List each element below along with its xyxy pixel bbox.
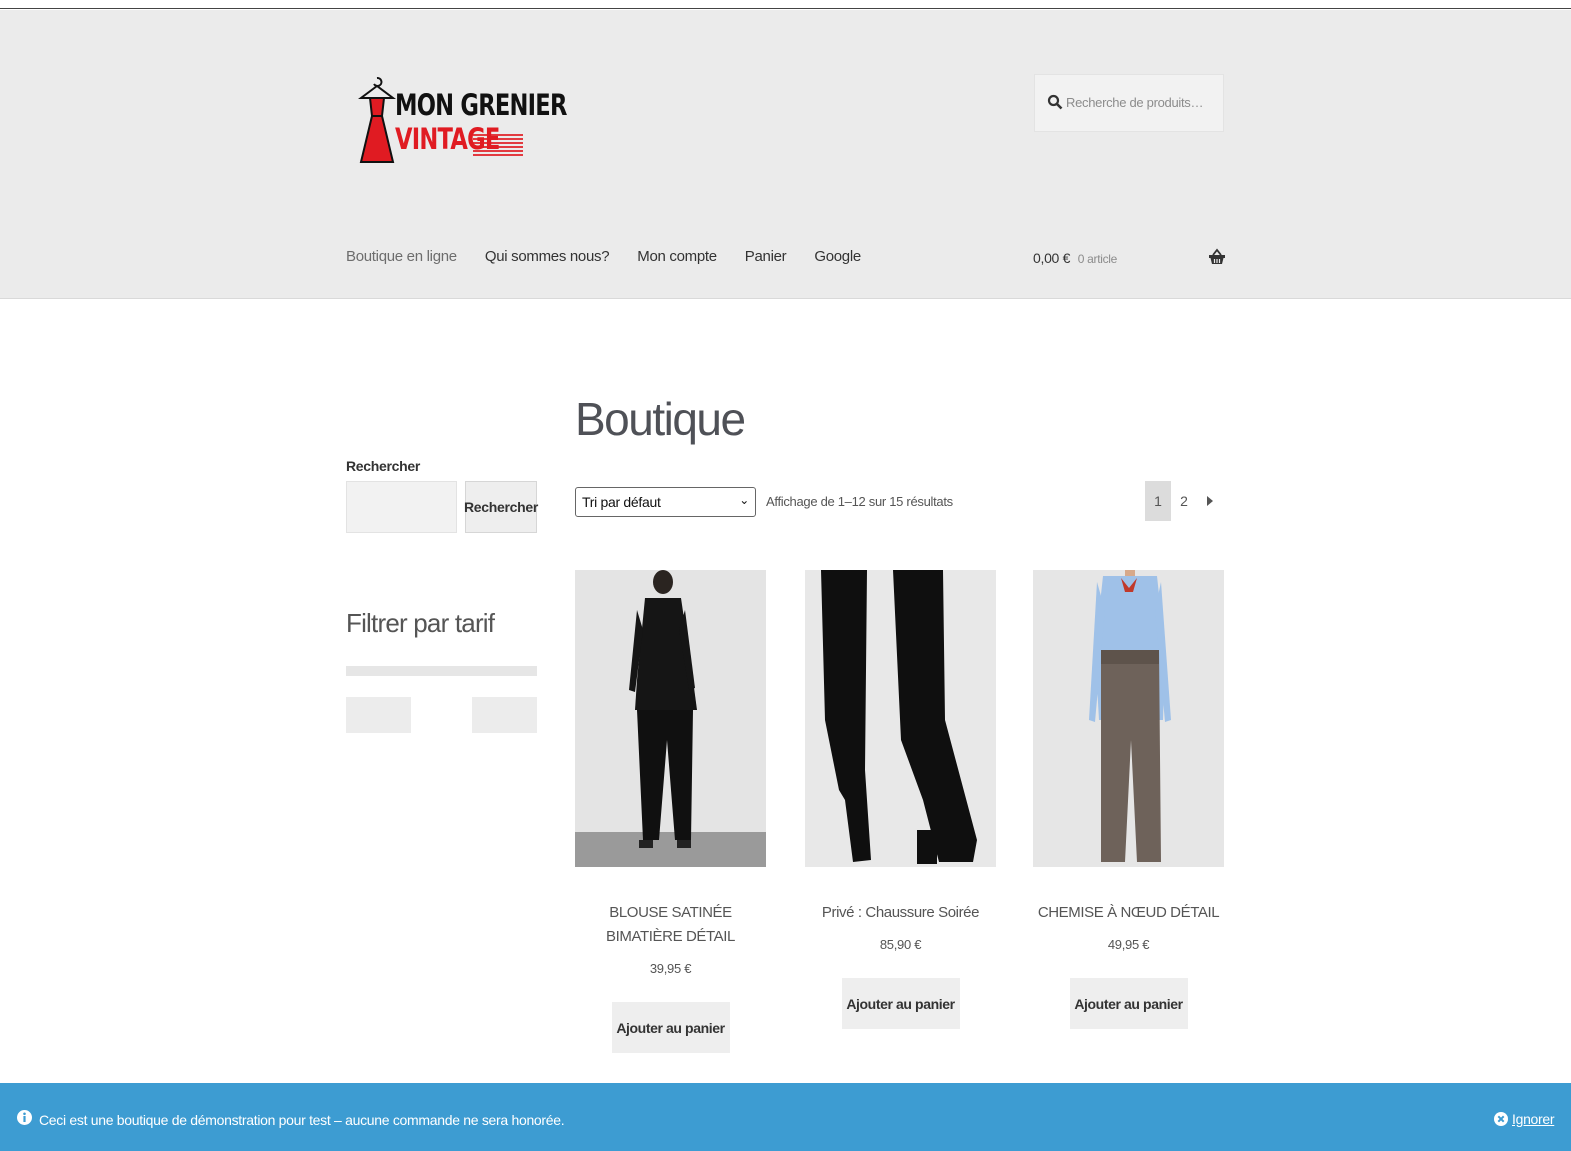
dress-hanger-icon: [358, 77, 396, 163]
logo-text-top: MON GRENIER: [395, 88, 567, 122]
logo-stripes: [473, 134, 523, 158]
product-price: 85,90 €: [879, 937, 922, 952]
sidebar-search-label: Rechercher: [346, 458, 421, 474]
nav-item-about[interactable]: Qui sommes nous?: [485, 248, 610, 265]
dismiss-notice-button[interactable]: Ignorer: [1494, 1111, 1555, 1127]
min-price-field[interactable]: [346, 697, 411, 733]
product-card: CHEMISE À NŒUD DÉTAIL 49,95 € Ajouter au…: [1033, 570, 1224, 1029]
next-page-icon[interactable]: [1197, 481, 1223, 521]
demo-store-notice: Ceci est une boutique de démonstration p…: [0, 1083, 1571, 1151]
nav-item-cart[interactable]: Panier: [745, 248, 787, 265]
product-image[interactable]: [805, 570, 996, 867]
product-card: Privé : Chaussure Soirée 85,90 € Ajouter…: [805, 570, 996, 1029]
product-price: 49,95 €: [1107, 937, 1150, 952]
page-current: 1: [1145, 481, 1171, 521]
site-logo[interactable]: MON GRENIER VINTAGE: [357, 68, 567, 172]
cart-total: 0,00 €: [1033, 250, 1071, 266]
cart-count: 0 article: [1077, 252, 1118, 266]
sort-select[interactable]: Tri par défaut ⌄: [575, 487, 756, 517]
product-image[interactable]: [575, 570, 766, 867]
dismiss-label: Ignorer: [1512, 1111, 1555, 1127]
nav-item-boutique[interactable]: Boutique en ligne: [346, 248, 457, 265]
add-to-cart-button[interactable]: Ajouter au panier: [611, 1002, 730, 1053]
info-icon: [17, 1110, 32, 1125]
page-link[interactable]: 2: [1171, 481, 1197, 521]
header-cart-summary[interactable]: 0,00 € 0 article: [1033, 250, 1117, 266]
close-icon: [1494, 1112, 1508, 1126]
sidebar-search-input[interactable]: [346, 481, 457, 533]
price-range-slider[interactable]: [346, 666, 537, 676]
product-card: BLOUSE SATINÉE BIMATIÈRE DÉTAIL 39,95 € …: [575, 570, 766, 1053]
product-name[interactable]: Privé : Chaussure Soirée: [805, 901, 996, 925]
filter-price-title: Filtrer par tarif: [346, 608, 495, 638]
add-to-cart-button[interactable]: Ajouter au panier: [1069, 978, 1188, 1029]
notice-message: Ceci est une boutique de démonstration p…: [39, 1112, 565, 1128]
pagination: 1 2: [1145, 481, 1223, 521]
sidebar-search-button[interactable]: Rechercher: [464, 481, 538, 533]
add-to-cart-button[interactable]: Ajouter au panier: [841, 978, 960, 1029]
basket-icon[interactable]: [1208, 248, 1226, 266]
main-nav: Boutique en ligne Qui sommes nous? Mon c…: [346, 248, 861, 265]
results-count: Affichage de 1–12 sur 15 résultats: [766, 494, 953, 509]
product-search-input[interactable]: Recherche de produits…: [1034, 74, 1224, 132]
product-image[interactable]: [1033, 570, 1224, 867]
site-header: MON GRENIER VINTAGE Recherche de produit…: [0, 10, 1571, 299]
max-price-field[interactable]: [472, 697, 537, 733]
product-name[interactable]: BLOUSE SATINÉE BIMATIÈRE DÉTAIL: [575, 901, 766, 949]
search-icon: [1047, 94, 1063, 110]
product-name[interactable]: CHEMISE À NŒUD DÉTAIL: [1033, 901, 1224, 925]
chevron-down-icon: ⌄: [739, 493, 749, 507]
product-price: 39,95 €: [649, 961, 692, 976]
browser-top-edge: [0, 0, 1571, 9]
sort-selected-value: Tri par défaut: [582, 494, 661, 510]
nav-item-google[interactable]: Google: [814, 248, 861, 265]
page-title: Boutique: [575, 393, 746, 445]
nav-item-account[interactable]: Mon compte: [637, 248, 717, 265]
search-placeholder: Recherche de produits…: [1066, 95, 1204, 110]
